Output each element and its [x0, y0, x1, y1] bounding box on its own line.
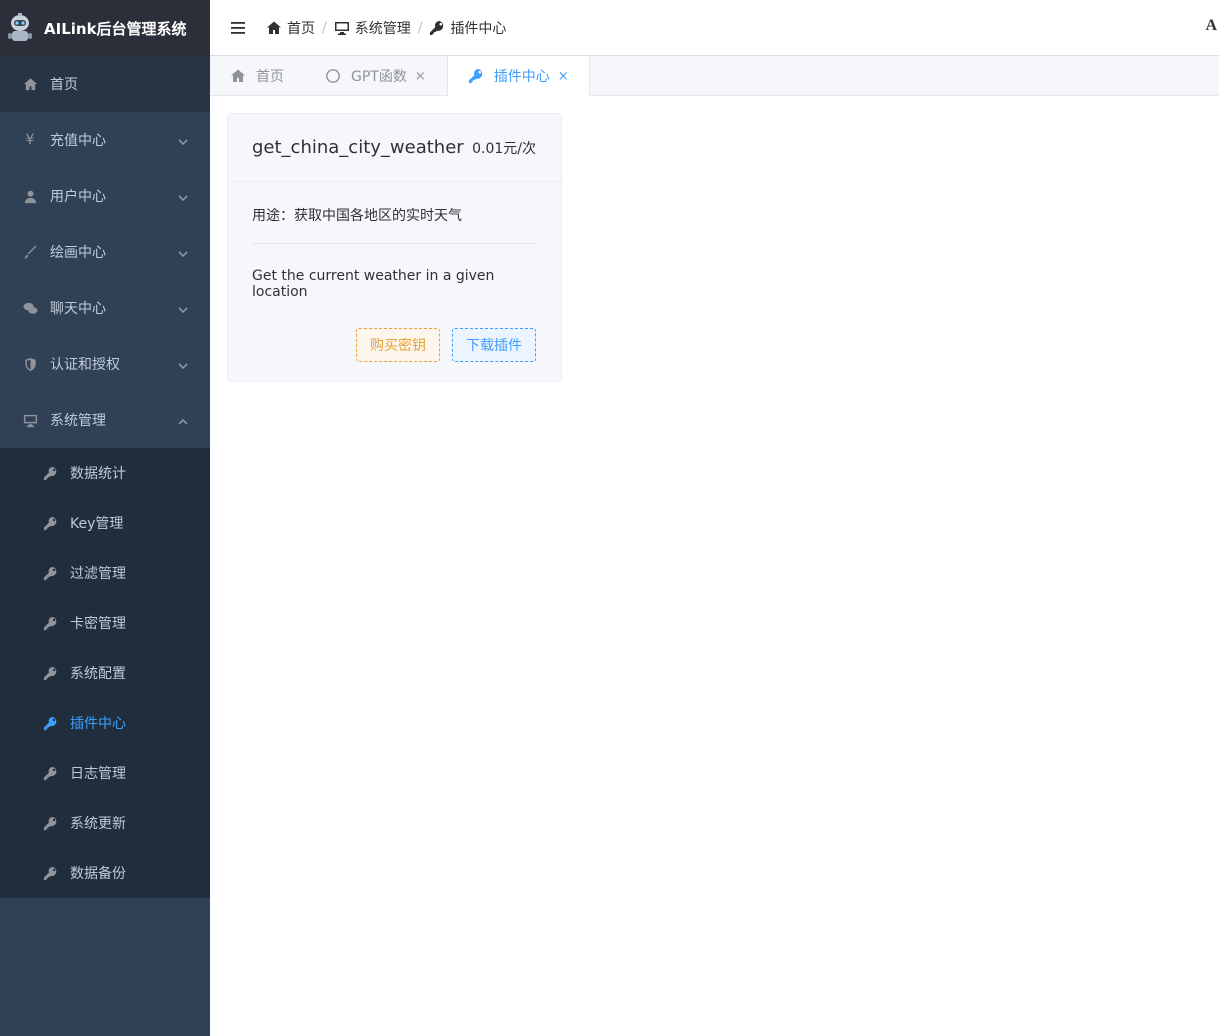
tags-view: 首页 GPT函数 × 插件中心 × — [210, 56, 1219, 96]
key-icon — [42, 815, 58, 831]
sidebar-item-label: 数据备份 — [70, 866, 126, 882]
chevron-down-icon — [178, 135, 188, 146]
sidebar-item-label: 卡密管理 — [70, 616, 126, 632]
user-avatar-text[interactable]: A — [1205, 17, 1217, 35]
navbar: 首页 / 系统管理 / 插件中心 A — [210, 0, 1219, 56]
tab-label: 首页 — [256, 69, 284, 85]
sidebar-item-label: 插件中心 — [70, 716, 126, 732]
sidebar-item-plugin-center[interactable]: 插件中心 — [0, 698, 210, 748]
plugin-price: 0.01元/次 — [472, 140, 536, 157]
sidebar-item-label: 首页 — [50, 77, 78, 93]
key-icon — [430, 20, 444, 35]
shield-icon — [22, 356, 38, 372]
circle-icon — [326, 69, 340, 83]
sidebar-item-label: 聊天中心 — [50, 301, 106, 317]
sidebar-item-label: 用户中心 — [50, 189, 106, 205]
sidebar-item-users[interactable]: 用户中心 — [0, 168, 210, 224]
sidebar-item-auth[interactable]: 认证和授权 — [0, 336, 210, 392]
sidebar-item-system-update[interactable]: 系统更新 — [0, 798, 210, 848]
key-icon — [42, 715, 58, 731]
sidebar-item-chat[interactable]: 聊天中心 — [0, 280, 210, 336]
breadcrumb-system[interactable]: 系统管理 — [334, 18, 411, 38]
key-icon — [42, 465, 58, 481]
tab-home[interactable]: 首页 — [210, 56, 305, 96]
chevron-down-icon — [178, 303, 188, 314]
key-icon — [42, 865, 58, 881]
key-icon — [42, 515, 58, 531]
chevron-down-icon — [178, 359, 188, 370]
plugin-card-body: 用途：获取中国各地区的实时天气 Get the current weather … — [228, 182, 561, 300]
user-icon — [22, 188, 38, 204]
sidebar-item-data-stats[interactable]: 数据统计 — [0, 448, 210, 498]
plugin-card-header: get_china_city_weather 0.01元/次 — [228, 114, 561, 182]
key-icon — [468, 69, 482, 83]
sidebar-item-label: 充值中心 — [50, 133, 106, 149]
sidebar-item-drawing[interactable]: 绘画中心 — [0, 224, 210, 280]
sidebar-item-label: 系统更新 — [70, 816, 126, 832]
sidebar-item-label: 认证和授权 — [50, 357, 120, 373]
sidebar-item-label: 过滤管理 — [70, 566, 126, 582]
plugin-name: get_china_city_weather — [252, 137, 464, 158]
key-icon — [42, 565, 58, 581]
tab-gpt-functions[interactable]: GPT函数 × — [305, 56, 447, 96]
home-icon — [267, 21, 281, 34]
sidebar-item-label: 系统配置 — [70, 666, 126, 682]
sidebar-item-log-manage[interactable]: 日志管理 — [0, 748, 210, 798]
sidebar-item-card-manage[interactable]: 卡密管理 — [0, 598, 210, 648]
sidebar-item-label: Key管理 — [70, 516, 124, 532]
app-root: AILink后台管理系统 首页 ¥ 充值中心 用户中心 绘画中心 聊天中心 认证… — [0, 0, 1219, 1036]
sidebar: AILink后台管理系统 首页 ¥ 充值中心 用户中心 绘画中心 聊天中心 认证… — [0, 0, 210, 1036]
key-icon — [42, 615, 58, 631]
app-title: AILink后台管理系统 — [44, 19, 187, 38]
home-icon — [22, 76, 38, 92]
close-icon[interactable]: × — [415, 69, 426, 84]
sidebar-item-data-backup[interactable]: 数据备份 — [0, 848, 210, 898]
sidebar-item-system-config[interactable]: 系统配置 — [0, 648, 210, 698]
tab-label: GPT函数 — [351, 69, 407, 85]
breadcrumb-separator: / — [322, 19, 327, 36]
tab-label: 插件中心 — [493, 69, 550, 85]
chevron-up-icon — [178, 415, 188, 425]
monitor-icon — [334, 21, 349, 35]
sidebar-item-recharge[interactable]: ¥ 充值中心 — [0, 112, 210, 168]
plugin-card-actions: 购买密钥 下载插件 — [356, 328, 536, 362]
breadcrumb-separator: / — [417, 19, 423, 36]
chat-icon — [22, 300, 38, 316]
plugin-usage: 用途：获取中国各地区的实时天气 — [252, 182, 536, 244]
sidebar-item-home[interactable]: 首页 — [0, 56, 210, 112]
sidebar-item-label: 系统管理 — [50, 413, 106, 429]
breadcrumb-label: 系统管理 — [354, 20, 411, 37]
breadcrumb-label: 首页 — [287, 20, 315, 37]
breadcrumb-label: 插件中心 — [450, 20, 507, 37]
plugin-description: Get the current weather in a given locat… — [252, 268, 495, 300]
sidebar-item-system[interactable]: 系统管理 — [0, 392, 210, 448]
sidebar-item-label: 绘画中心 — [50, 245, 106, 261]
hamburger-menu-icon[interactable] — [210, 0, 266, 56]
plugin-card: get_china_city_weather 0.01元/次 用途：获取中国各地… — [227, 113, 562, 382]
home-icon — [231, 69, 245, 82]
logo-robot-icon — [8, 13, 32, 41]
logo[interactable]: AILink后台管理系统 — [0, 0, 210, 56]
sidebar-item-key-manage[interactable]: Key管理 — [0, 498, 210, 548]
sidebar-item-label: 日志管理 — [70, 766, 126, 782]
breadcrumb-home[interactable]: 首页 — [266, 18, 315, 38]
close-icon[interactable]: × — [558, 69, 569, 84]
monitor-icon — [22, 412, 38, 428]
key-icon — [42, 665, 58, 681]
tab-plugin-center[interactable]: 插件中心 × — [446, 56, 590, 96]
breadcrumb: 首页 / 系统管理 / 插件中心 — [266, 18, 506, 38]
system-submenu: 数据统计 Key管理 过滤管理 卡密管理 系统配置 插件中心 日志管理 系统更新… — [0, 448, 210, 898]
buy-key-button[interactable]: 购买密钥 — [356, 328, 440, 362]
chevron-down-icon — [178, 247, 188, 258]
yen-icon: ¥ — [25, 132, 35, 148]
brush-icon — [22, 244, 38, 260]
sidebar-item-label: 数据统计 — [70, 466, 126, 482]
chevron-down-icon — [178, 191, 188, 202]
key-icon — [42, 765, 58, 781]
sidebar-item-filter-manage[interactable]: 过滤管理 — [0, 548, 210, 598]
download-plugin-button[interactable]: 下载插件 — [452, 328, 536, 362]
breadcrumb-plugin-center: 插件中心 — [429, 18, 506, 38]
